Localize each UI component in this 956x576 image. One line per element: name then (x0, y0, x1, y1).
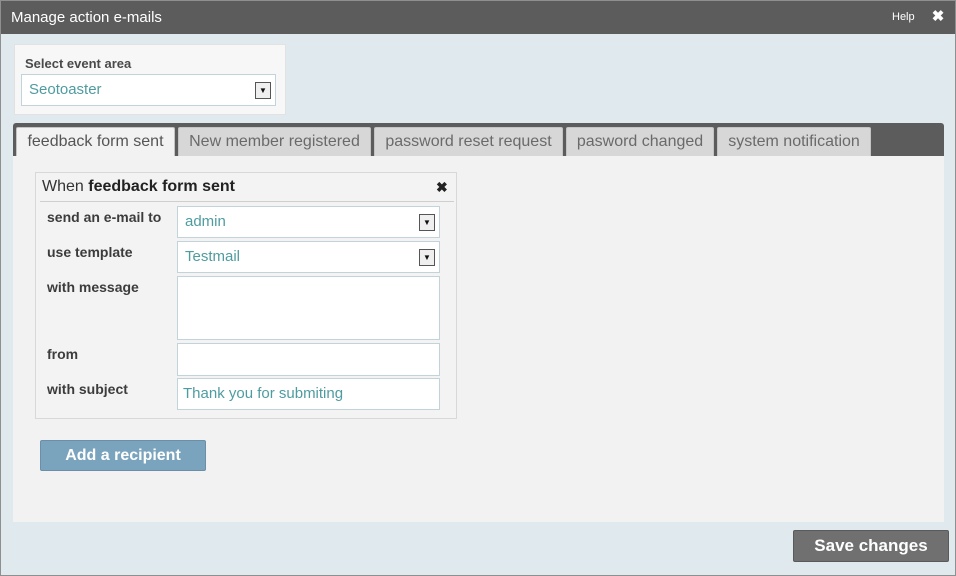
remove-rule-icon[interactable]: ✖ (436, 179, 448, 196)
event-area-select[interactable]: Seotoaster ▼ (21, 74, 276, 106)
event-area-label: Select event area (25, 56, 132, 71)
tab-password-reset-request[interactable]: password reset request (374, 127, 563, 156)
tab-bar: feedback form sent New member registered… (13, 123, 944, 157)
close-icon[interactable]: ✖ (931, 9, 945, 24)
from-input[interactable] (177, 343, 440, 376)
message-textarea[interactable] (177, 276, 440, 340)
message-label: with message (47, 279, 139, 295)
tab-new-member-registered[interactable]: New member registered (178, 127, 371, 156)
from-label: from (47, 346, 79, 362)
event-area-value: Seotoaster (29, 81, 102, 98)
subject-label: with subject (47, 381, 128, 397)
rule-heading-event: feedback form sent (88, 178, 235, 195)
template-label: use template (47, 244, 133, 260)
chevron-down-icon: ▼ (419, 214, 435, 231)
tab-panel: When feedback form sent ✖ send an e-mail… (13, 156, 944, 522)
rule-heading: When feedback form sent (42, 178, 235, 196)
chevron-down-icon: ▼ (419, 249, 435, 266)
chevron-down-icon: ▼ (255, 82, 271, 99)
divider (40, 201, 454, 202)
help-link[interactable]: Help (892, 11, 915, 23)
tab-password-changed[interactable]: pasword changed (566, 127, 714, 156)
email-rule-box: When feedback form sent ✖ send an e-mail… (35, 172, 457, 419)
send-to-select[interactable]: admin ▼ (177, 206, 440, 238)
send-to-label: send an e-mail to (47, 209, 162, 225)
tab-system-notification[interactable]: system notification (717, 127, 871, 156)
dialog-window: Manage action e-mails Help ✖ Select even… (0, 0, 956, 576)
subject-input[interactable]: Thank you for submiting (177, 378, 440, 410)
add-recipient-button[interactable]: Add a recipient (40, 440, 206, 471)
rule-heading-prefix: When (42, 178, 84, 195)
template-select[interactable]: Testmail ▼ (177, 241, 440, 273)
window-title: Manage action e-mails (11, 9, 162, 26)
titlebar: Manage action e-mails Help ✖ (1, 1, 955, 34)
send-to-value: admin (185, 213, 226, 230)
template-value: Testmail (185, 248, 241, 265)
tab-feedback-form-sent[interactable]: feedback form sent (16, 127, 175, 157)
event-area-box: Select event area Seotoaster ▼ (14, 44, 286, 115)
save-changes-button[interactable]: Save changes (793, 530, 949, 562)
